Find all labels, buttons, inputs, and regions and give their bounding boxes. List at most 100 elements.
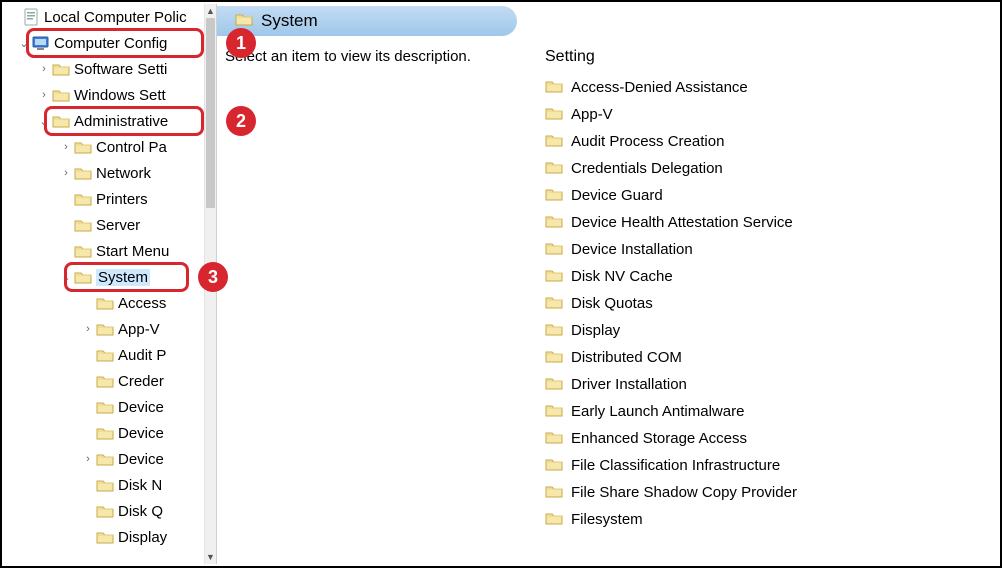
tree-label: Audit P — [118, 347, 166, 364]
setting-item[interactable]: Filesystem — [545, 506, 998, 533]
setting-label: Device Health Attestation Service — [571, 214, 793, 231]
tree-node-display[interactable]: ▶ Display — [4, 524, 204, 550]
tree-node-disk-n[interactable]: ▶ Disk N — [4, 472, 204, 498]
setting-label: Filesystem — [571, 511, 643, 528]
tree-label: Display — [118, 529, 167, 546]
setting-label: Device Guard — [571, 187, 663, 204]
tree-label: Disk N — [118, 477, 162, 494]
tree-node-start-menu[interactable]: ▶ Start Menu — [4, 238, 204, 264]
setting-label: Credentials Delegation — [571, 160, 723, 177]
setting-item[interactable]: Distributed COM — [545, 344, 998, 371]
expander-open[interactable]: ⌄ — [58, 271, 74, 284]
tree-label: Local Computer Polic — [44, 9, 187, 26]
scroll-up-icon[interactable]: ▲ — [205, 4, 216, 18]
folder-icon — [545, 484, 563, 502]
folder-icon — [74, 269, 92, 285]
settings-list: Access-Denied Assistance App-V Audit Proce… — [545, 74, 998, 533]
tree-node-printers[interactable]: ▶ Printers — [4, 186, 204, 212]
setting-item[interactable]: Disk NV Cache — [545, 263, 998, 290]
setting-label: Early Launch Antimalware — [571, 403, 744, 420]
folder-icon — [545, 133, 563, 151]
setting-label: Disk NV Cache — [571, 268, 673, 285]
tree-label: Disk Q — [118, 503, 163, 520]
tree-node-network[interactable]: › Network — [4, 160, 204, 186]
setting-item[interactable]: Disk Quotas — [545, 290, 998, 317]
expander-closed[interactable]: › — [58, 141, 74, 153]
folder-icon — [545, 241, 563, 259]
tree-label: Software Setti — [74, 61, 167, 78]
setting-item[interactable]: Audit Process Creation — [545, 128, 998, 155]
expander-open[interactable]: ⌄ — [16, 37, 32, 50]
tree-node-system[interactable]: ⌄ System — [4, 264, 204, 290]
setting-label: Audit Process Creation — [571, 133, 724, 150]
setting-item[interactable]: File Classification Infrastructure — [545, 452, 998, 479]
expander-closed[interactable]: › — [80, 453, 96, 465]
tree-node-device1[interactable]: ▶ Device — [4, 394, 204, 420]
tree-node-windows-settings[interactable]: › Windows Sett — [4, 82, 204, 108]
tree-label: Network — [96, 165, 151, 182]
setting-item[interactable]: Early Launch Antimalware — [545, 398, 998, 425]
setting-item[interactable]: Device Guard — [545, 182, 998, 209]
folder-icon — [74, 217, 92, 233]
tree-node-software-settings[interactable]: › Software Setti — [4, 56, 204, 82]
setting-item[interactable]: Driver Installation — [545, 371, 998, 398]
tree-node-disk-q[interactable]: ▶ Disk Q — [4, 498, 204, 524]
folder-icon — [545, 376, 563, 394]
expander-closed[interactable]: › — [80, 323, 96, 335]
expander-open[interactable]: ⌄ — [36, 115, 52, 128]
tree-label: Windows Sett — [74, 87, 166, 104]
tree-node-server[interactable]: ▶ Server — [4, 212, 204, 238]
folder-icon — [74, 165, 92, 181]
folder-icon — [96, 529, 114, 545]
setting-item[interactable]: Access-Denied Assistance — [545, 74, 998, 101]
setting-item[interactable]: File Share Shadow Copy Provider — [545, 479, 998, 506]
setting-item[interactable]: Device Installation — [545, 236, 998, 263]
description-hint: Select an item to view its description. — [225, 48, 471, 65]
setting-item[interactable]: Device Health Attestation Service — [545, 209, 998, 236]
tree-node-root[interactable]: ▶ Local Computer Polic — [4, 4, 204, 30]
tree-node-access[interactable]: ▶ Access — [4, 290, 204, 316]
description-column: Select an item to view its description. — [225, 48, 505, 533]
setting-item[interactable]: Credentials Delegation — [545, 155, 998, 182]
setting-label: File Classification Infrastructure — [571, 457, 780, 474]
expander-closed[interactable]: › — [36, 89, 52, 101]
folder-icon — [545, 457, 563, 475]
tree-node-control-panel[interactable]: › Control Pa — [4, 134, 204, 160]
settings-column: Setting Access-Denied AssistanceApp-VAud… — [545, 48, 998, 533]
callout-badge-1: 1 — [226, 28, 256, 58]
folder-icon — [545, 295, 563, 313]
scroll-down-icon[interactable]: ▼ — [205, 550, 216, 564]
callout-num-label: 1 — [236, 33, 246, 54]
tree-label: System — [96, 269, 150, 286]
setting-label: Enhanced Storage Access — [571, 430, 747, 447]
folder-icon — [545, 322, 563, 340]
tree-node-device2[interactable]: ▶ Device — [4, 420, 204, 446]
setting-label: Access-Denied Assistance — [571, 79, 748, 96]
folder-icon — [545, 79, 563, 97]
setting-label: Device Installation — [571, 241, 693, 258]
setting-label: Disk Quotas — [571, 295, 653, 312]
tree-node-app-v[interactable]: › App-V — [4, 316, 204, 342]
tree-node-computer-config[interactable]: ⌄ Computer Config — [4, 30, 204, 56]
folder-icon — [52, 87, 70, 103]
folder-icon — [74, 191, 92, 207]
folder-icon — [96, 321, 114, 337]
setting-item[interactable]: App-V — [545, 101, 998, 128]
tree-node-admin-templates[interactable]: ⌄ Administrative — [4, 108, 204, 134]
setting-item[interactable]: Enhanced Storage Access — [545, 425, 998, 452]
computer-icon — [32, 35, 50, 51]
expander-closed[interactable]: › — [58, 167, 74, 179]
setting-item[interactable]: Display — [545, 317, 998, 344]
folder-icon — [96, 451, 114, 467]
folder-icon — [545, 187, 563, 205]
tree-node-creden[interactable]: ▶ Creder — [4, 368, 204, 394]
tree-node-device3[interactable]: › Device — [4, 446, 204, 472]
folder-icon — [96, 503, 114, 519]
tree-label: Administrative — [74, 113, 168, 130]
expander-closed[interactable]: › — [36, 63, 52, 75]
tree-node-audit[interactable]: ▶ Audit P — [4, 342, 204, 368]
scroll-thumb[interactable] — [206, 18, 215, 208]
setting-label: Driver Installation — [571, 376, 687, 393]
policy-tree[interactable]: ▶ Local Computer Polic ⌄ Computer Config… — [4, 4, 204, 564]
folder-icon — [52, 113, 70, 129]
